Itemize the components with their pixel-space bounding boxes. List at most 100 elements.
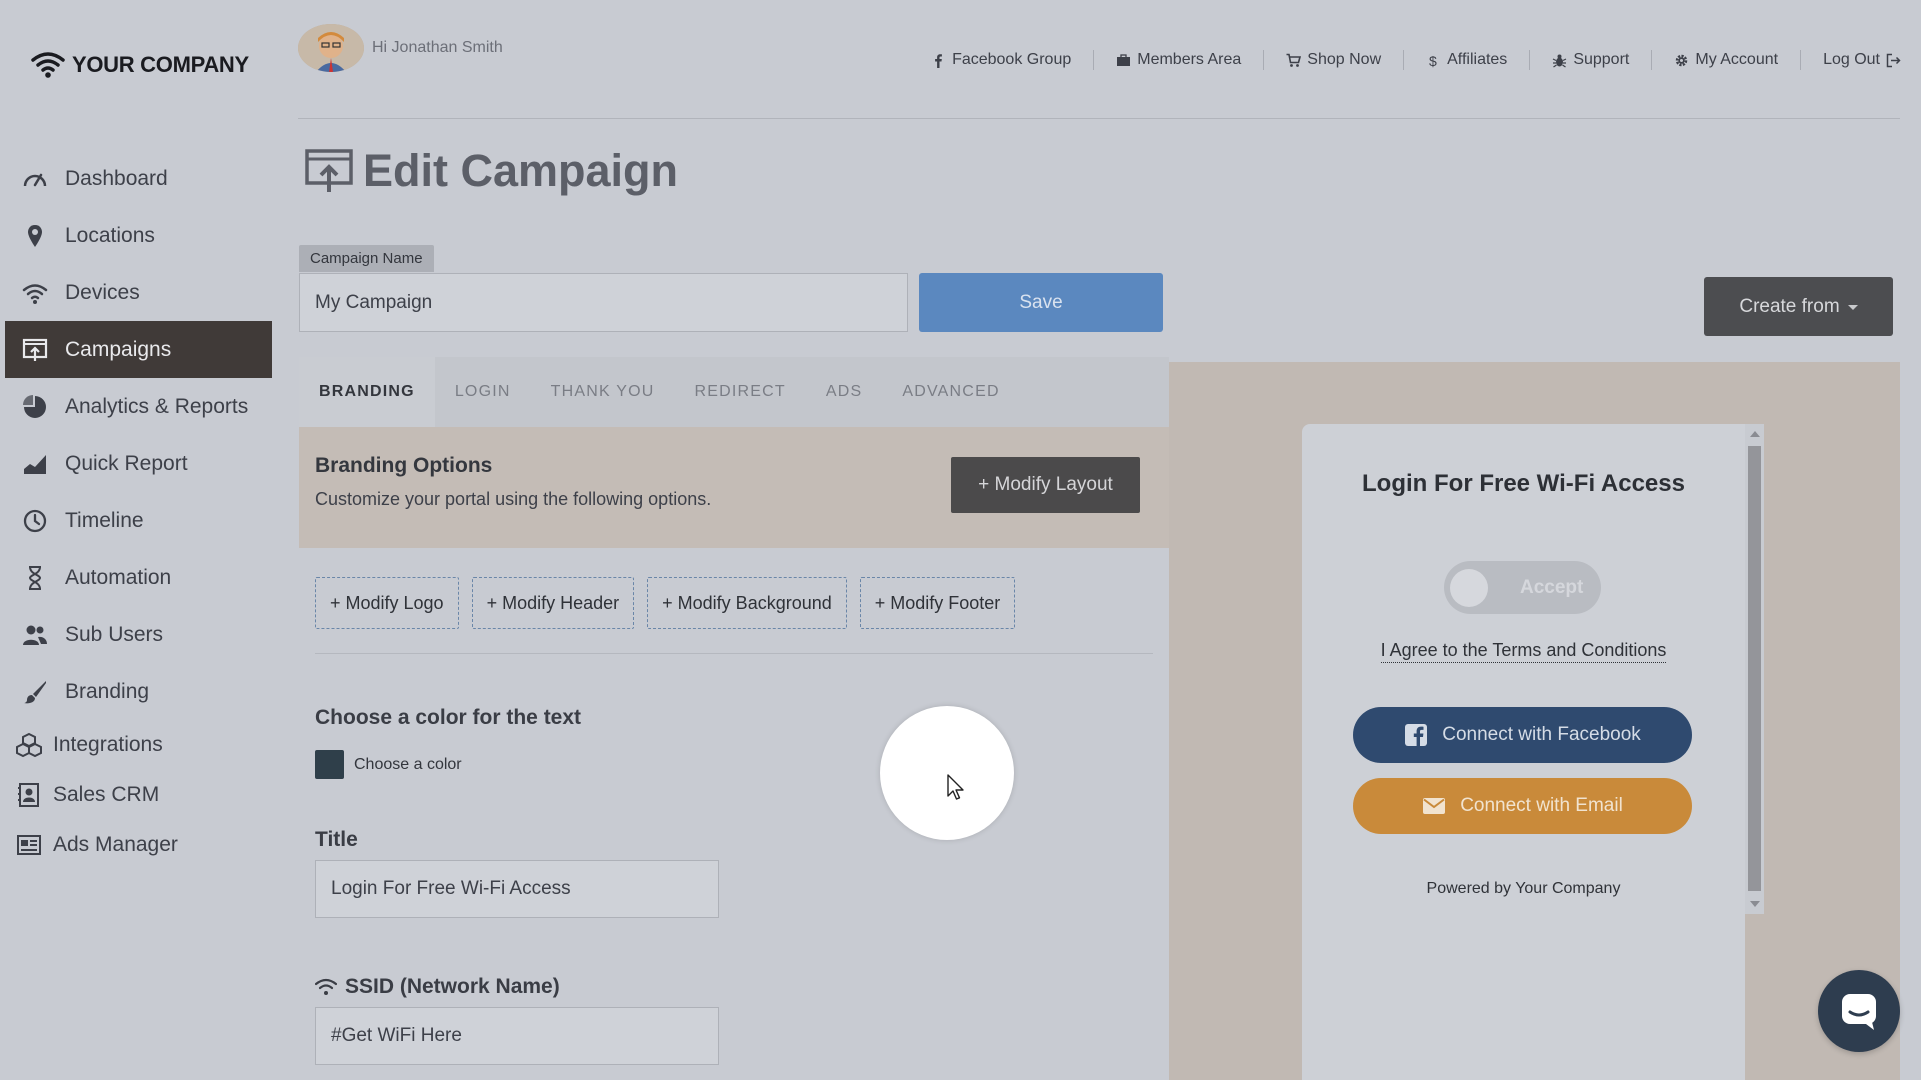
bug-icon (1553, 54, 1567, 67)
terms-link[interactable]: I Agree to the Terms and Conditions (1302, 640, 1745, 663)
top-nav: Facebook Group Members Area Shop Now $ A… (909, 50, 1901, 70)
title-field-label: Title (315, 828, 358, 851)
sidebar-item-quick-report[interactable]: Quick Report (5, 435, 272, 492)
cubes-icon (13, 732, 45, 758)
sidebar-item-sales-crm[interactable]: Sales CRM (5, 770, 272, 820)
section-divider (315, 653, 1153, 654)
topnav-label: Shop Now (1307, 51, 1382, 68)
scroll-up-icon[interactable] (1750, 431, 1760, 437)
logo-text: YOUR COMPANY (72, 52, 249, 77)
topnav-affiliates[interactable]: $ Affiliates (1404, 50, 1531, 70)
save-button[interactable]: Save (919, 273, 1163, 332)
scroll-down-icon[interactable] (1750, 901, 1760, 907)
ssid-field-label: SSID (Network Name) (315, 975, 560, 999)
color-picker[interactable]: Choose a color (315, 750, 462, 779)
sidebar-item-label: Devices (65, 280, 140, 304)
tab-login[interactable]: LOGIN (435, 357, 531, 427)
color-picker-label: Choose a color (354, 755, 462, 773)
preview-title: Login For Free Wi-Fi Access (1362, 470, 1685, 497)
click-indicator (880, 706, 1014, 840)
accept-toggle[interactable]: Accept (1444, 561, 1601, 614)
ssid-label-text: SSID (Network Name) (345, 975, 560, 998)
sidebar-item-locations[interactable]: Locations (5, 207, 272, 264)
sidebar-item-label: Sales CRM (53, 783, 160, 806)
toggle-label: Accept (1520, 576, 1584, 598)
avatar[interactable] (298, 24, 364, 72)
tab-ads[interactable]: ADS (806, 357, 883, 427)
sidebar-item-integrations[interactable]: Integrations (5, 720, 272, 770)
svg-text:$: $ (1429, 53, 1437, 68)
branding-options-subtitle: Customize your portal using the followin… (315, 489, 712, 509)
topnav-facebook-group[interactable]: Facebook Group (909, 50, 1095, 70)
hourglass-icon (19, 565, 51, 591)
sidebar-item-analytics[interactable]: Analytics & Reports (5, 378, 272, 435)
connect-facebook-button[interactable]: Connect with Facebook (1353, 707, 1692, 763)
chat-widget-button[interactable] (1818, 970, 1900, 1052)
wifi-icon (19, 280, 51, 306)
sidebar-item-devices[interactable]: Devices (5, 264, 272, 321)
sidebar-item-label: Sub Users (65, 622, 164, 646)
branding-options-title: Branding Options (315, 454, 493, 477)
gauge-icon (19, 166, 51, 192)
sidebar-item-branding[interactable]: Branding (5, 663, 272, 720)
mouse-cursor-icon (947, 774, 964, 800)
tab-thank-you[interactable]: THANK YOU (531, 357, 675, 427)
wifi-icon (315, 978, 337, 995)
tab-branding[interactable]: BRANDING (299, 357, 435, 427)
sidebar-item-sub-users[interactable]: Sub Users (5, 606, 272, 663)
sidebar-item-dashboard[interactable]: Dashboard (5, 150, 272, 207)
envelope-icon (1423, 798, 1446, 814)
topnav-log-out[interactable]: Log Out (1801, 50, 1901, 70)
sidebar-item-ads-manager[interactable]: Ads Manager (5, 820, 272, 870)
modify-buttons-row: + Modify Logo + Modify Header + Modify B… (315, 577, 1016, 629)
facebook-button-label: Connect with Facebook (1442, 724, 1641, 745)
sidebar-item-timeline[interactable]: Timeline (5, 492, 272, 549)
caret-down-icon (1847, 305, 1858, 310)
campaign-name-label: Campaign Name (299, 245, 434, 272)
contact-card-icon (13, 782, 45, 808)
sidebar-item-label: Dashboard (65, 166, 168, 190)
preview-scrollbar[interactable] (1745, 424, 1764, 914)
modify-footer-button[interactable]: + Modify Footer (859, 577, 1016, 629)
company-logo[interactable]: YOUR COMPANY (30, 50, 249, 80)
terms-text: I Agree to the Terms and Conditions (1380, 640, 1667, 663)
chat-icon (1842, 994, 1876, 1030)
color-swatch[interactable] (315, 750, 344, 779)
sidebar-item-label: Timeline (65, 508, 144, 532)
modify-layout-button[interactable]: + Modify Layout (951, 457, 1140, 513)
map-pin-icon (19, 223, 51, 249)
sidebar-item-label: Automation (65, 565, 172, 589)
area-chart-icon (19, 451, 51, 477)
topnav-shop-now[interactable]: Shop Now (1264, 50, 1405, 70)
sidebar-item-label: Integrations (53, 733, 163, 756)
modify-header-button[interactable]: + Modify Header (471, 577, 635, 629)
campaign-icon (305, 149, 353, 192)
topnav-my-account[interactable]: My Account (1652, 50, 1802, 70)
sidebar-item-automation[interactable]: Automation (5, 549, 272, 606)
page-title: Edit Campaign (305, 145, 678, 197)
modify-background-button[interactable]: + Modify Background (647, 577, 847, 629)
powered-by-text: Powered by Your Company (1426, 880, 1621, 897)
sidebar-item-label: Locations (65, 223, 155, 247)
tab-redirect[interactable]: REDIRECT (674, 357, 805, 427)
sidebar-item-campaigns[interactable]: Campaigns (5, 321, 272, 378)
sidebar: YOUR COMPANY Dashboard Locations Devices… (0, 0, 272, 1080)
sidebar-nav: Dashboard Locations Devices Campaigns An… (5, 150, 272, 870)
tab-advanced[interactable]: ADVANCED (882, 357, 1019, 427)
create-from-label: Create from (1739, 295, 1840, 317)
topnav-label: Facebook Group (952, 51, 1072, 68)
topnav-support[interactable]: Support (1530, 50, 1653, 70)
avatar-face-icon (298, 24, 364, 72)
topnav-members-area[interactable]: Members Area (1094, 50, 1265, 70)
dollar-icon: $ (1429, 53, 1437, 68)
sidebar-item-label: Analytics & Reports (65, 394, 249, 418)
campaign-name-input[interactable]: My Campaign (299, 273, 908, 332)
connect-email-button[interactable]: Connect with Email (1353, 778, 1692, 834)
scroll-thumb[interactable] (1748, 446, 1761, 891)
toggle-knob (1450, 568, 1488, 607)
title-input[interactable]: Login For Free Wi-Fi Access (315, 860, 719, 918)
user-greeting: Hi Jonathan Smith (298, 24, 503, 72)
create-from-dropdown[interactable]: Create from (1704, 277, 1893, 336)
modify-logo-button[interactable]: + Modify Logo (315, 577, 459, 629)
ssid-input[interactable]: #Get WiFi Here (315, 1007, 719, 1065)
